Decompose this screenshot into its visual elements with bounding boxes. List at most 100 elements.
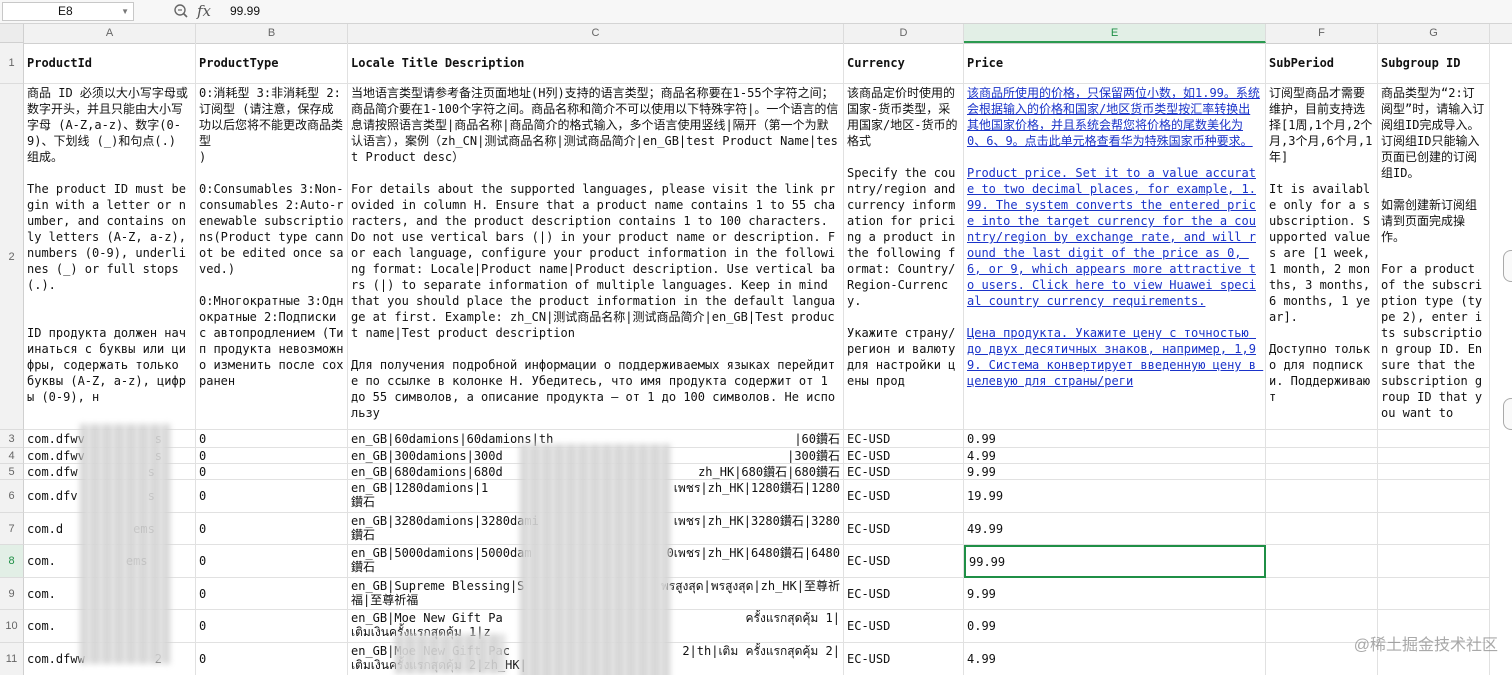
column-header-d[interactable]: D [844,24,964,43]
desc-cell-a[interactable]: 商品 ID 必须以大小写字母或数字开头，并且只能由大小写字母 (A-Z,a-z)… [24,84,196,430]
product-id-prefix: com.dfw [27,464,78,479]
locale-suffix: 2|th|เติม ครั้งแรกสุดคุ้ม 2| [682,644,840,658]
locale-prefix: en_GB|300damions|300d [351,448,503,463]
desc-cell-d[interactable]: 该商品定价时使用的国家-货币类型，采用国家/地区-货币的格式 Specify t… [844,84,964,430]
spreadsheet-grid: ABCDEFG 1 2 3 4 5 6 7 8 9 10 11 ProductId ProductTyp… [0,24,1512,675]
locale-prefix: en_GB|Moe New Gift Pa [351,611,503,625]
formula-input[interactable]: 99.99 [230,4,260,18]
desc-cell-g[interactable]: 商品类型为“2:订阅型”时，请输入订阅组ID完成导入。订阅组ID只能输入页面已创… [1378,84,1490,430]
product-type-cell[interactable]: 0 [196,643,348,675]
redaction-blur [395,634,505,674]
chevron-down-icon[interactable]: ▼ [121,3,129,20]
column-header-e[interactable]: E [964,24,1266,43]
empty-cell[interactable] [1266,480,1378,513]
currency-cell[interactable]: EC-USD [844,545,964,578]
name-box[interactable]: E8 ▼ [2,2,134,21]
row-number: 8 [8,555,15,567]
locale-suffix: ครั้งแรกสุดคุ้ม 1| [745,611,840,625]
select-all-corner[interactable] [0,24,24,43]
currency-cell[interactable]: EC-USD [844,513,964,545]
currency-cell[interactable]: EC-USD [844,464,964,480]
empty-cell[interactable] [1266,578,1378,610]
row-header-2[interactable]: 2 [0,84,24,430]
desc-cell-b[interactable]: 0:消耗型 3:非消耗型 2:订阅型 (请注意，保存成功以后您将不能更改商品类型… [196,84,348,430]
empty-cell[interactable] [1266,464,1378,480]
product-type-cell[interactable]: 0 [196,610,348,643]
row-header-9[interactable]: 9 [0,578,24,610]
desc-cell-f[interactable]: 订阅型商品才需要维护，目前支持选择[1周,1个月,2个月,3个月,6个月,1年]… [1266,84,1378,430]
currency-cell[interactable]: EC-USD [844,643,964,675]
row-number: 6 [8,490,15,502]
currency-cell[interactable]: EC-USD [844,610,964,643]
price-cell[interactable]: 9.99 [964,464,1266,480]
empty-cell[interactable] [1266,448,1378,464]
product-type-cell[interactable]: 0 [196,578,348,610]
row-header-8[interactable]: 8 [0,545,24,578]
column-header-c[interactable]: C [348,24,844,43]
header-cell-c[interactable]: Locale Title Description [348,43,844,84]
empty-cell[interactable] [1378,513,1490,545]
product-id-prefix: com. [27,554,56,568]
product-type-cell[interactable]: 0 [196,464,348,480]
row-number: 1 [8,57,15,69]
currency-cell[interactable]: EC-USD [844,430,964,448]
watermark: @稀土掘金技术社区 [1353,637,1498,654]
empty-cell[interactable] [1266,513,1378,545]
row-header-1[interactable]: 1 [0,43,24,84]
empty-cell[interactable] [1378,578,1490,610]
header-cell-g[interactable]: Subgroup ID [1378,43,1490,84]
row-number: 10 [5,620,18,632]
product-type-cell[interactable]: 0 [196,430,348,448]
header-cell-b[interactable]: ProductType [196,43,348,84]
header-cell-f[interactable]: SubPeriod [1266,43,1378,84]
side-scroll-handle[interactable] [1503,250,1512,282]
locale-suffix: |300鑽石 [787,448,840,463]
row-header-5[interactable]: 5 [0,464,24,480]
column-header-a[interactable]: A [24,24,196,43]
side-scroll-handle[interactable] [1503,398,1512,430]
price-cell[interactable]: 49.99 [964,513,1266,545]
header-cell-d[interactable]: Currency [844,43,964,84]
empty-cell[interactable] [1378,480,1490,513]
currency-cell[interactable]: EC-USD [844,480,964,513]
row-header-4[interactable]: 4 [0,448,24,464]
price-cell[interactable]: 4.99 [964,643,1266,675]
row-number: 7 [8,522,15,535]
row-header-6[interactable]: 6 [0,480,24,513]
desc-cell-c[interactable]: 当地语言类型请参考备注页面地址(H列)支持的语言类型；商品名称要在1-55个字符… [348,84,844,430]
price-cell[interactable]: 9.99 [964,578,1266,610]
redaction-blur [520,444,670,675]
product-type-cell[interactable]: 0 [196,513,348,545]
currency-cell[interactable]: EC-USD [844,448,964,464]
product-type-cell[interactable]: 0 [196,545,348,578]
row-header-11[interactable]: 11 [0,643,24,675]
product-type-cell[interactable]: 0 [196,448,348,464]
product-id-prefix: com.dfv [27,489,78,503]
row-header-3[interactable]: 3 [0,430,24,448]
product-type-cell[interactable]: 0 [196,480,348,513]
empty-cell[interactable] [1378,464,1490,480]
column-header-g[interactable]: G [1378,24,1490,43]
column-header-f[interactable]: F [1266,24,1378,43]
column-header-b[interactable]: B [196,24,348,43]
locale-suffix: เพชร|zh_HK|1280鑽石|1280 [673,481,840,495]
fx-icon[interactable]: fx [197,2,211,20]
desc-cell-e[interactable]: 该商品所使用的价格，只保留两位小数，如1.99。系统会根据输入的价格和国家/地区… [964,84,1266,430]
row-header-7[interactable]: 7 [0,513,24,545]
zoom-icon[interactable] [173,2,189,20]
empty-cell[interactable] [1378,430,1490,448]
price-cell[interactable]: 99.99 [964,545,1266,578]
header-cell-e[interactable]: Price [964,43,1266,84]
empty-cell[interactable] [1266,545,1378,578]
header-cell-a[interactable]: ProductId [24,43,196,84]
price-cell[interactable]: 19.99 [964,480,1266,513]
price-cell[interactable]: 0.99 [964,610,1266,643]
currency-cell[interactable]: EC-USD [844,578,964,610]
column-header-bar: ABCDEFG [0,24,1512,44]
price-cell[interactable]: 4.99 [964,448,1266,464]
empty-cell[interactable] [1378,448,1490,464]
empty-cell[interactable] [1266,430,1378,448]
price-cell[interactable]: 0.99 [964,430,1266,448]
empty-cell[interactable] [1378,545,1490,578]
row-header-10[interactable]: 10 [0,610,24,643]
